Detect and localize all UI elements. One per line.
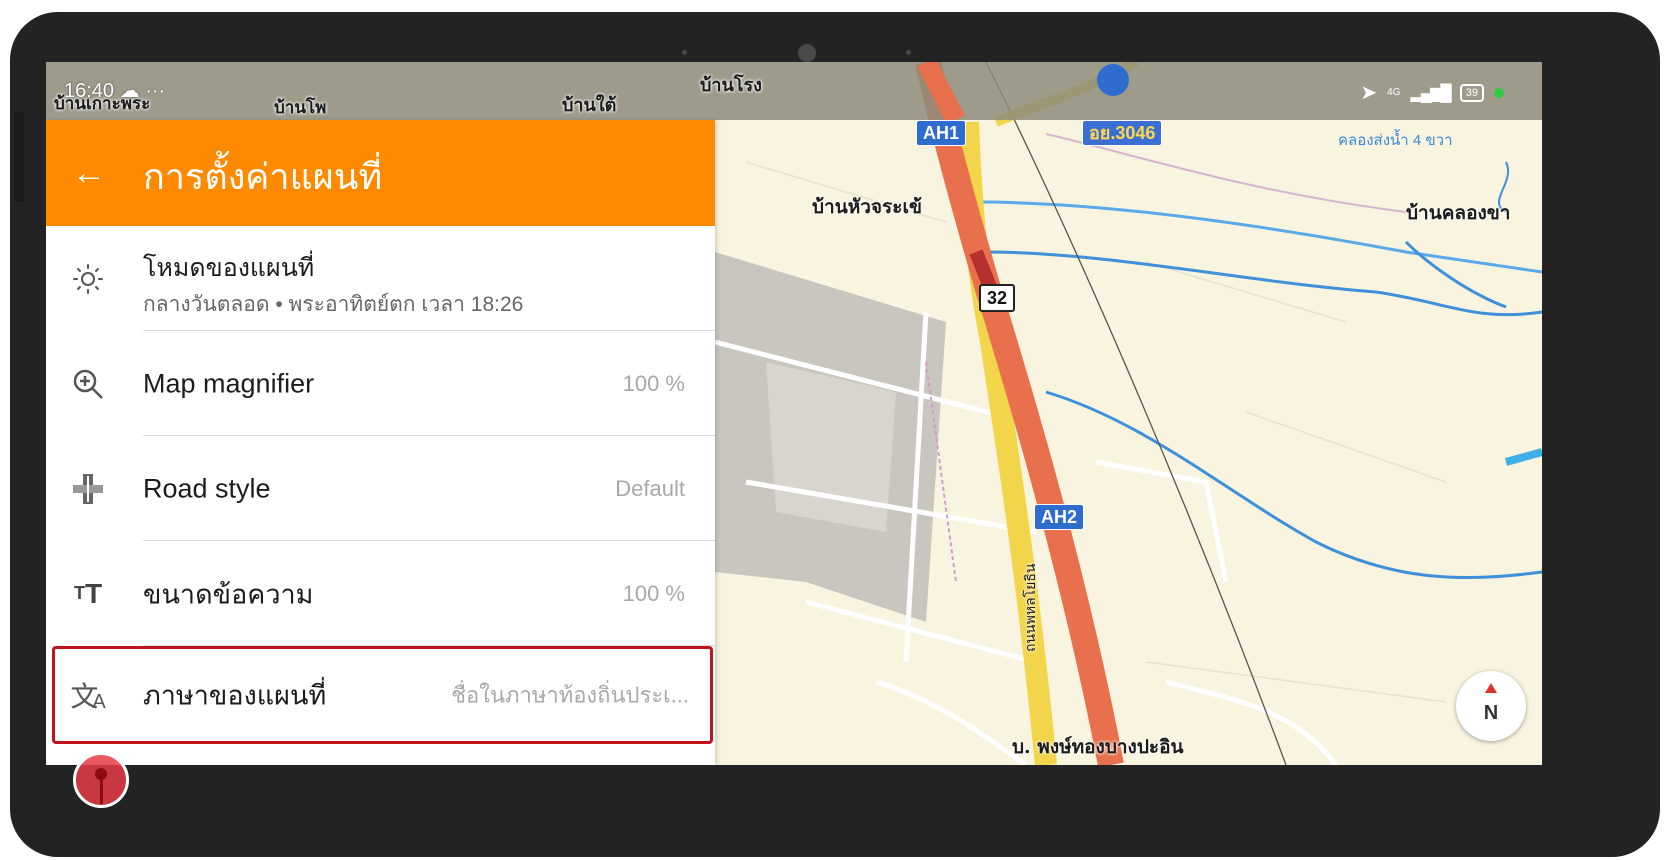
app-bar: ← การตั้งค่าแผนที่ [46, 120, 715, 226]
navigation-arrow-icon: ➤ [1360, 82, 1378, 104]
status-bar: 16:40 ☁ ··· ➤ 4G ▂▄▆█ 39 [46, 62, 1542, 120]
text-size-icon: TT [73, 577, 103, 609]
map-label-village: บ. พงษ์ทองบางปะอิน [1012, 736, 1184, 758]
road-icon [70, 471, 106, 507]
side-button [14, 112, 24, 202]
privacy-dot-icon [1494, 87, 1504, 98]
sensor-dot [682, 50, 687, 55]
touch-indicator-dot [95, 768, 107, 780]
route-shield-ay3046: อย.3046 [1082, 120, 1163, 146]
map-label-canal: คลองส่งน้ำ 4 ขวา [1338, 132, 1453, 149]
signal-icon: ▂▄▆█ [1410, 84, 1451, 102]
compass-button[interactable]: N [1456, 671, 1526, 741]
sensor-dot [906, 50, 911, 55]
setting-value: ชื่อในภาษาท้องถิ่นประเ... [451, 682, 689, 708]
network-type: 4G [1387, 87, 1401, 98]
translate-icon: 文A [70, 681, 106, 713]
sun-icon [70, 261, 106, 297]
battery-icon: 39 [1459, 83, 1484, 102]
map-label-village: บ้านคลองขา [1406, 202, 1511, 224]
route-shield-32: 32 [979, 284, 1016, 312]
setting-map-magnifier[interactable]: Map magnifier 100 % [46, 331, 715, 436]
route-shield-ah1: AH1 [916, 120, 967, 146]
setting-label: โหมดของแผนที่ [143, 254, 315, 282]
route-shield-ah2: AH2 [1034, 504, 1085, 530]
page-title: การตั้งค่าแผนที่ [143, 157, 383, 198]
setting-label: ขนาดข้อความ [143, 579, 314, 609]
setting-road-style[interactable]: Road style Default [46, 436, 715, 541]
status-time: 16:40 ☁ ··· [64, 78, 165, 103]
setting-map-language[interactable]: 文A ภาษาของแผนที่ ชื่อในภาษาท้องถิ่นประเ.… [52, 646, 713, 744]
compass-needle-icon [1485, 683, 1497, 693]
cloud-icon: ☁ [119, 80, 140, 102]
setting-text-size[interactable]: TT ขนาดข้อความ 100 % [46, 541, 715, 646]
setting-value: 100 % [622, 580, 685, 606]
more-notifications-icon: ··· [145, 80, 166, 102]
setting-sublabel: กลางวันตลอด • พระอาทิตย์ตก เวลา 18:26 [143, 293, 524, 316]
status-time-text: 16:40 [64, 80, 115, 102]
map-label-road: ถนนพหลโยธิน [1023, 563, 1039, 653]
zoom-in-icon [70, 366, 106, 402]
screen: บ้านเกาะพระ บ้านโพ บ้านใต้ บ้านโรง บ้านห… [46, 62, 1542, 765]
setting-value: 100 % [622, 370, 685, 396]
front-camera [798, 44, 816, 62]
status-icons: ➤ 4G ▂▄▆█ 39 [1360, 80, 1504, 105]
compass-north-label: N [1483, 701, 1499, 724]
setting-value: Default [615, 475, 685, 501]
back-arrow-icon[interactable]: ← [64, 148, 114, 198]
setting-map-mode[interactable]: โหมดของแผนที่ กลางวันตลอด • พระอาทิตย์ตก… [46, 226, 715, 331]
setting-label: Map magnifier [143, 368, 315, 398]
map-settings-panel: ← การตั้งค่าแผนที่ โหมดของแผนที่ กลางวัน… [46, 120, 715, 765]
map-label-village: บ้านหัวจระเข้ [812, 196, 922, 218]
setting-label: Road style [143, 473, 271, 503]
setting-label: ภาษาของแผนที่ [143, 680, 327, 711]
touch-indicator-line [100, 780, 103, 804]
